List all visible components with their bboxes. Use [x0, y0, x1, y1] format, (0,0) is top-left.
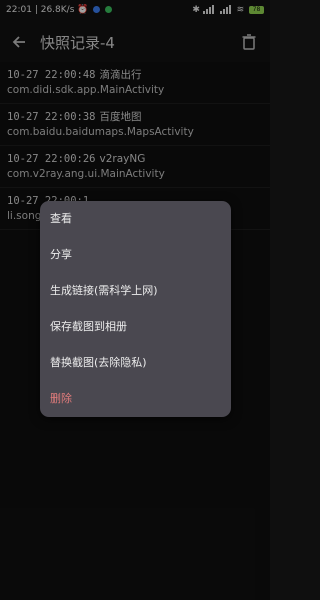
menu-item-view[interactable]: 查看 — [40, 201, 231, 237]
context-menu: 查看 分享 生成链接(需科学上网) 保存截图到相册 替换截图(去除隐私) 删除 — [40, 201, 231, 417]
menu-item-delete[interactable]: 删除 — [40, 381, 231, 417]
menu-item-save-screenshot[interactable]: 保存截图到相册 — [40, 309, 231, 345]
menu-item-share[interactable]: 分享 — [40, 237, 231, 273]
menu-item-generate-link[interactable]: 生成链接(需科学上网) — [40, 273, 231, 309]
menu-item-replace-screenshot[interactable]: 替换截图(去除隐私) — [40, 345, 231, 381]
